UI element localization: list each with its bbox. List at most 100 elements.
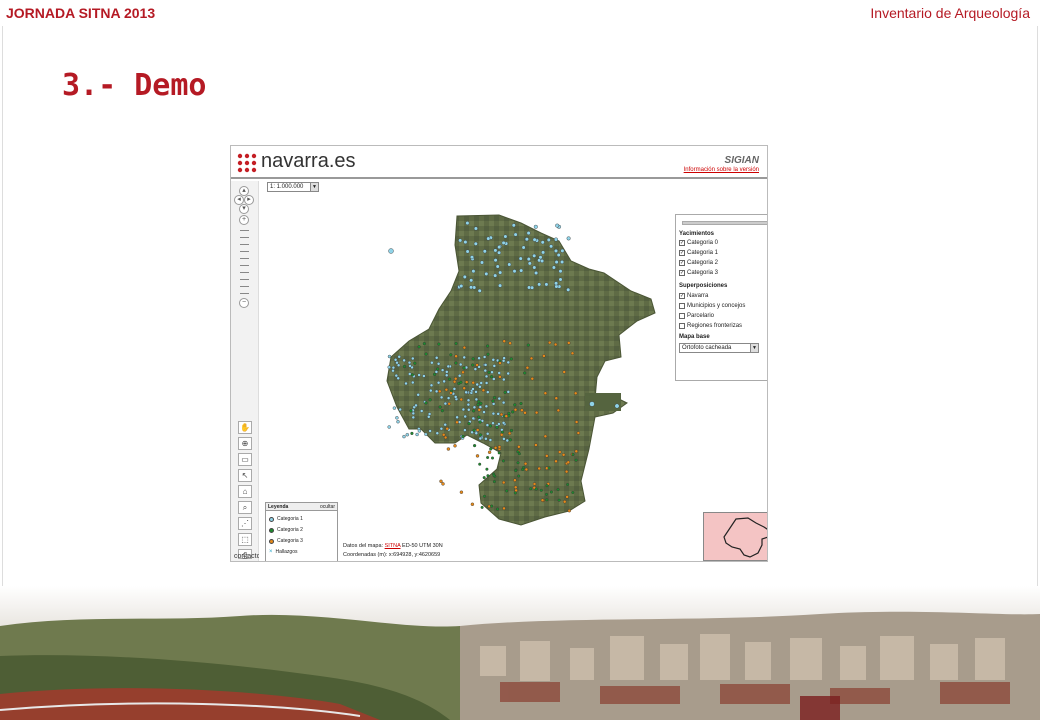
site-point[interactable]: [525, 365, 530, 370]
site-point[interactable]: [402, 364, 407, 369]
site-point[interactable]: [541, 250, 546, 255]
select-arrow-icon[interactable]: ↖: [238, 469, 252, 482]
contact-link[interactable]: contacto: [234, 553, 260, 560]
site-point[interactable]: [518, 256, 523, 261]
site-point[interactable]: [467, 422, 471, 426]
site-point[interactable]: [443, 422, 447, 427]
site-point[interactable]: [394, 373, 399, 378]
site-point[interactable]: [387, 354, 392, 359]
site-point[interactable]: [452, 387, 457, 391]
checkbox-checked-icon[interactable]: ✓: [679, 270, 685, 276]
site-point[interactable]: [476, 403, 480, 407]
site-point[interactable]: [454, 354, 458, 358]
site-point[interactable]: [570, 351, 575, 356]
site-point[interactable]: [554, 281, 559, 286]
site-point[interactable]: [540, 498, 545, 502]
overlay-checkbox-municipios[interactable]: Municipios y concejos: [679, 303, 745, 309]
site-point[interactable]: [472, 428, 476, 432]
site-point[interactable]: [392, 406, 397, 410]
site-point[interactable]: [522, 466, 526, 470]
site-point[interactable]: [411, 356, 415, 361]
site-point[interactable]: [511, 410, 515, 414]
site-point[interactable]: [458, 362, 463, 367]
site-point[interactable]: [398, 407, 402, 412]
site-point[interactable]: [464, 390, 468, 395]
site-point[interactable]: [481, 388, 486, 393]
site-point[interactable]: [471, 357, 475, 361]
site-point[interactable]: [566, 236, 571, 241]
pan-hand-icon[interactable]: ✋: [238, 421, 252, 434]
legend-hide-link[interactable]: ocultar: [320, 504, 335, 510]
site-point[interactable]: [455, 415, 459, 420]
site-point[interactable]: [545, 498, 549, 502]
site-point[interactable]: [482, 410, 486, 414]
site-point[interactable]: [469, 255, 474, 260]
checkbox-checked-icon[interactable]: ✓: [679, 293, 685, 299]
checkbox-unchecked-icon[interactable]: [679, 303, 685, 309]
site-point[interactable]: [466, 402, 471, 407]
site-point[interactable]: [477, 288, 482, 293]
site-point[interactable]: [540, 258, 545, 263]
site-point[interactable]: [444, 373, 449, 378]
site-point[interactable]: [471, 269, 476, 274]
site-point[interactable]: [513, 491, 517, 495]
site-point[interactable]: [486, 456, 490, 460]
site-point[interactable]: [576, 431, 581, 435]
site-point[interactable]: [501, 359, 506, 363]
site-point[interactable]: [534, 487, 538, 491]
site-point[interactable]: [459, 490, 464, 494]
site-point[interactable]: [441, 482, 445, 486]
site-point[interactable]: [485, 432, 490, 436]
site-point[interactable]: [543, 434, 548, 439]
site-point[interactable]: [556, 252, 561, 257]
site-point[interactable]: [445, 426, 449, 431]
site-point[interactable]: [411, 411, 416, 416]
site-point[interactable]: [485, 423, 490, 427]
site-point[interactable]: [556, 488, 560, 492]
measure-area-icon[interactable]: ⬚: [238, 533, 252, 546]
site-point[interactable]: [556, 408, 561, 413]
site-point[interactable]: [445, 370, 449, 374]
site-point[interactable]: [534, 410, 539, 415]
site-point[interactable]: [507, 262, 512, 267]
site-point[interactable]: [411, 380, 415, 385]
site-point[interactable]: [554, 396, 558, 400]
site-point[interactable]: [512, 269, 517, 274]
site-point[interactable]: [540, 240, 545, 245]
site-point[interactable]: [530, 376, 534, 381]
site-point[interactable]: [461, 370, 465, 375]
site-point[interactable]: [471, 416, 476, 421]
site-point[interactable]: [482, 249, 487, 254]
site-point[interactable]: [502, 339, 506, 343]
site-point[interactable]: [444, 387, 449, 392]
site-point[interactable]: [428, 429, 432, 433]
site-point[interactable]: [566, 483, 570, 487]
site-point[interactable]: [496, 507, 500, 511]
site-point[interactable]: [439, 395, 444, 400]
site-point[interactable]: [517, 452, 521, 456]
site-point[interactable]: [441, 433, 446, 437]
site-point[interactable]: [501, 421, 506, 425]
site-point[interactable]: [542, 354, 546, 358]
site-point[interactable]: [446, 447, 451, 451]
site-point[interactable]: [532, 253, 537, 258]
site-point[interactable]: [448, 377, 452, 381]
site-point[interactable]: [567, 509, 571, 513]
site-point[interactable]: [532, 482, 537, 486]
basemap-select[interactable]: Ortofoto cacheada ▼: [679, 343, 759, 353]
site-point[interactable]: [497, 396, 502, 401]
site-point[interactable]: [424, 432, 428, 437]
site-point[interactable]: [492, 473, 496, 477]
site-point[interactable]: [493, 273, 498, 278]
checkbox-unchecked-icon[interactable]: [679, 323, 685, 329]
site-point[interactable]: [557, 498, 561, 502]
site-point[interactable]: [574, 449, 578, 453]
site-point[interactable]: [475, 428, 480, 432]
zoom-level-tick[interactable]: [240, 237, 249, 238]
site-point[interactable]: [480, 505, 484, 509]
site-point[interactable]: [469, 285, 474, 290]
site-point[interactable]: [416, 393, 420, 397]
site-point[interactable]: [471, 380, 475, 385]
site-point[interactable]: [417, 373, 421, 377]
site-point[interactable]: [467, 408, 471, 412]
